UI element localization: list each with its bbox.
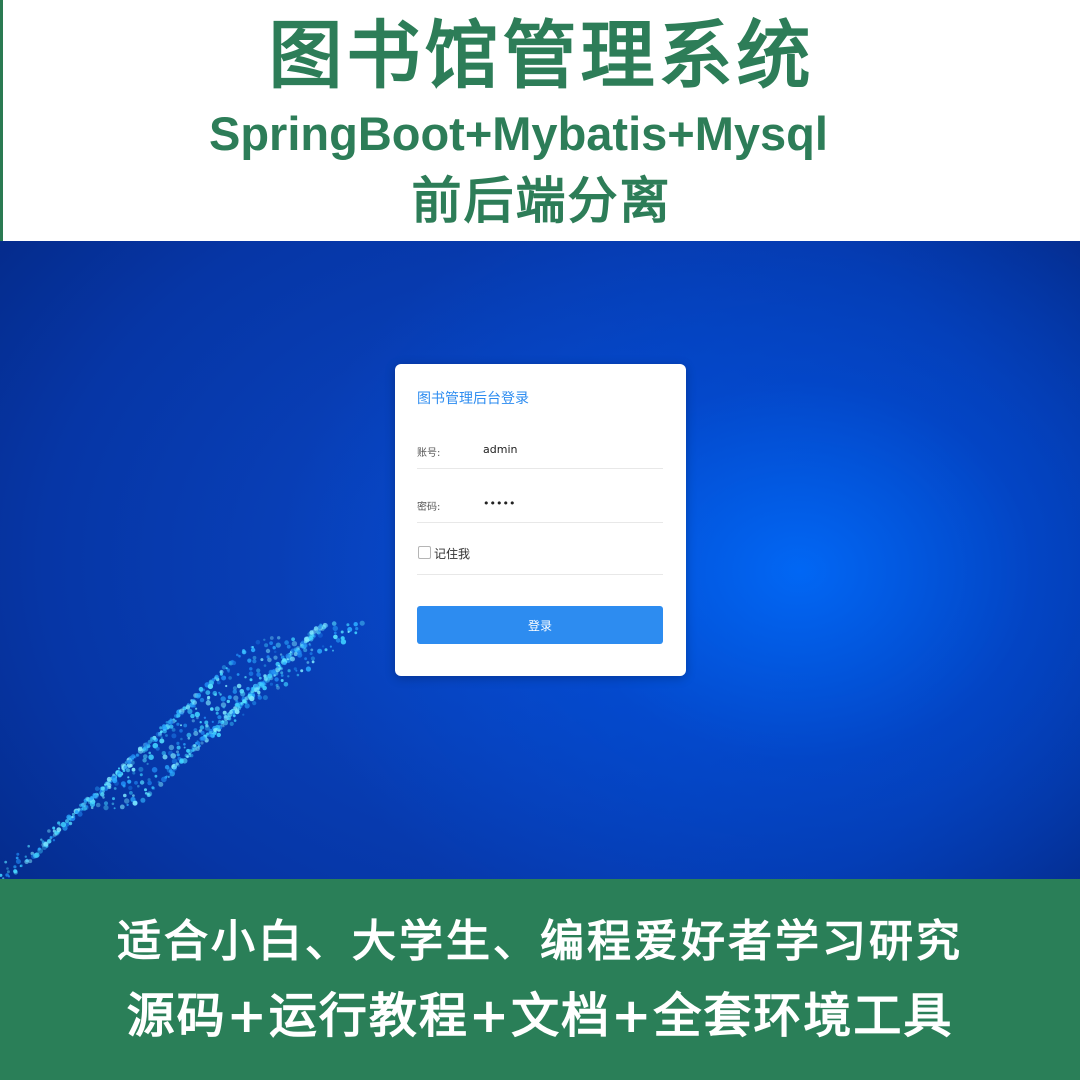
footer-contents-text: 源码+运行教程+文档+全套环境工具 [126,988,954,1044]
remember-checkbox[interactable] [418,546,431,559]
account-field-row: 账号: [417,434,663,469]
bottom-banner: 适合小白、大学生、编程爱好者学习研究 源码+运行教程+文档+全套环境工具 [0,879,1080,1080]
banner-subtitle: 前后端分离 [411,172,672,230]
password-label: 密码: [417,502,441,513]
banner-title: 图书馆管理系统 [268,13,815,99]
password-field-row: 密码: [417,488,663,523]
account-input[interactable] [483,438,653,460]
remember-label[interactable]: 记住我 [434,545,470,562]
login-title: 图书管理后台登录 [417,391,529,407]
top-banner: 图书馆管理系统 SpringBoot+Mybatis+Mysql 前后端分离 [0,0,1080,241]
login-screen: 图书管理后台登录 账号: 密码: 记住我 登录 [0,241,1080,879]
footer-audience-text: 适合小白、大学生、编程爱好者学习研究 [117,916,963,967]
login-card: 图书管理后台登录 账号: 密码: 记住我 登录 [395,364,686,676]
login-button[interactable]: 登录 [417,606,663,644]
banner-tech-stack: SpringBoot+Mybatis+Mysql [209,107,828,160]
account-label: 账号: [417,448,441,459]
password-input[interactable] [483,492,653,514]
remember-row: 记住我 [417,540,663,575]
